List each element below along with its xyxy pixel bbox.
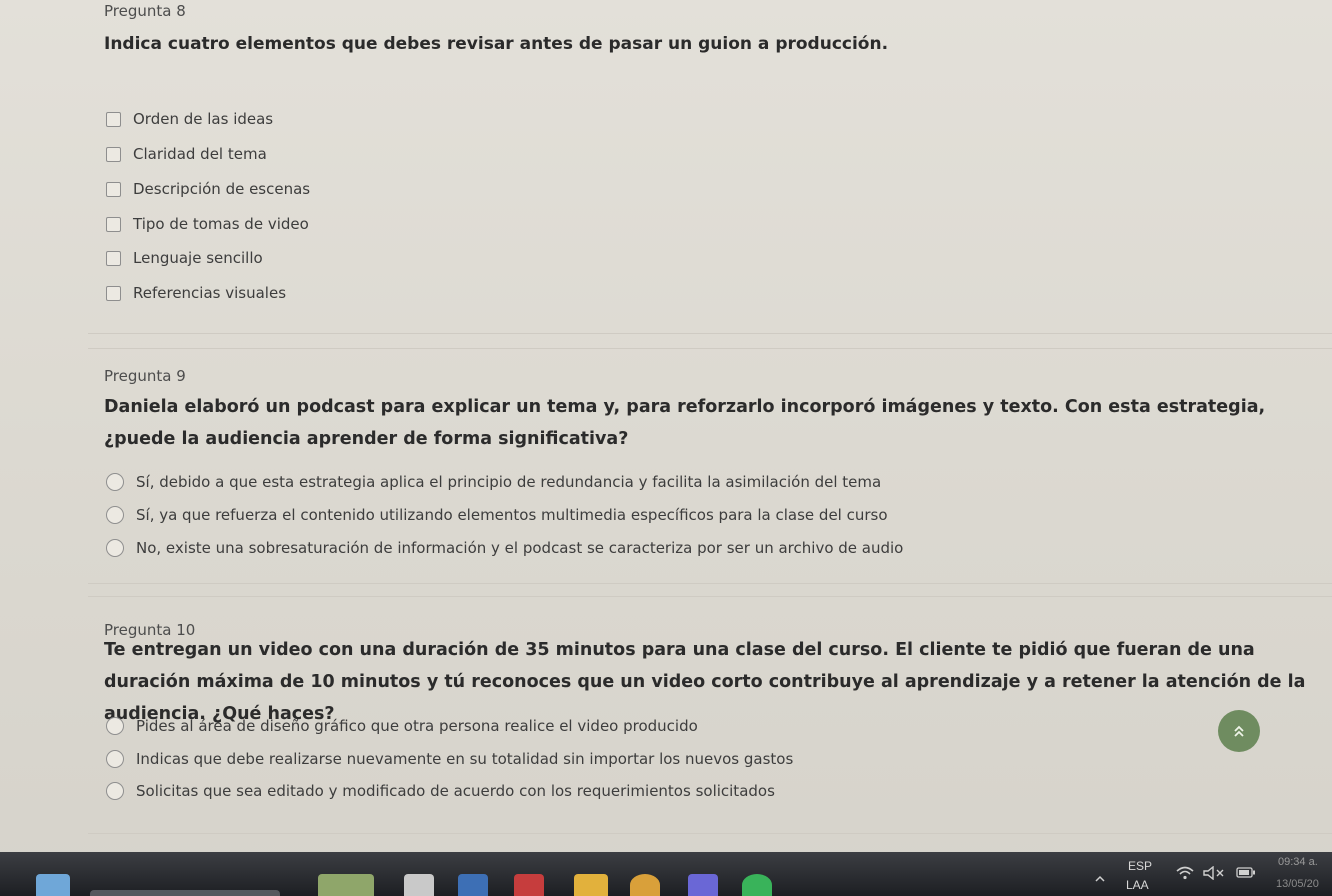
- chevron-up-icon[interactable]: [1094, 874, 1106, 882]
- checkbox-option-3[interactable]: Descripción de escenas: [106, 177, 310, 201]
- option-label: No, existe una sobresaturación de inform…: [136, 539, 904, 557]
- option-label: Solicitas que sea editado y modificado d…: [136, 782, 775, 800]
- question-text: Indica cuatro elementos que debes revisa…: [104, 34, 889, 54]
- question-number: Pregunta 9: [104, 367, 186, 385]
- radio-option-2[interactable]: Indicas que debe realizarse nuevamente e…: [106, 747, 793, 771]
- task-view-icon[interactable]: [404, 874, 434, 896]
- search-bar[interactable]: [90, 890, 280, 896]
- option-label: Indicas que debe realizarse nuevamente e…: [136, 750, 794, 768]
- checkbox[interactable]: [106, 111, 121, 127]
- radio-option-1[interactable]: Sí, debido a que esta estrategia aplica …: [106, 470, 881, 494]
- radio-option-3[interactable]: No, existe una sobresaturación de inform…: [106, 536, 903, 560]
- language-secondary[interactable]: LAA: [1126, 878, 1149, 892]
- question-8-card: Pregunta 8 Indica cuatro elementos que d…: [88, 0, 1332, 334]
- checkbox-option-5[interactable]: Lenguaje sencillo: [106, 246, 263, 270]
- checkbox[interactable]: [106, 285, 121, 301]
- option-label: Sí, ya que refuerza el contenido utiliza…: [136, 506, 888, 524]
- question-number: Pregunta 8: [104, 2, 186, 20]
- radio-button[interactable]: [106, 750, 124, 768]
- radio-option-2[interactable]: Sí, ya que refuerza el contenido utiliza…: [106, 503, 888, 527]
- radio-button[interactable]: [106, 782, 124, 800]
- radio-option-3[interactable]: Solicitas que sea editado y modificado d…: [106, 779, 775, 803]
- chrome-icon[interactable]: [630, 874, 660, 896]
- radio-button[interactable]: [106, 473, 124, 491]
- clock-time[interactable]: 09:34 a.: [1278, 856, 1318, 868]
- radio-button[interactable]: [106, 539, 124, 557]
- question-text: Daniela elaboró un podcast para explicar…: [104, 397, 1266, 449]
- folder-icon[interactable]: [574, 874, 608, 896]
- radio-button[interactable]: [106, 506, 124, 524]
- taskbar: ESP LAA 09:34 a. 13/05/20: [0, 852, 1332, 896]
- double-chevron-up-icon: [1234, 725, 1244, 737]
- checkbox-option-4[interactable]: Tipo de tomas de video: [106, 212, 309, 236]
- checkbox[interactable]: [106, 181, 121, 197]
- battery-icon[interactable]: [1236, 867, 1256, 878]
- checkbox[interactable]: [106, 146, 121, 162]
- store-icon[interactable]: [458, 874, 488, 896]
- option-label: Pides al área de diseño gráfico que otra…: [136, 717, 698, 735]
- option-label: Sí, debido a que esta estrategia aplica …: [136, 473, 882, 491]
- scroll-top-button[interactable]: [1218, 710, 1260, 752]
- media-player-icon[interactable]: [514, 874, 544, 896]
- checkbox-option-6[interactable]: Referencias visuales: [106, 281, 286, 305]
- checkbox[interactable]: [106, 250, 121, 266]
- option-label: Referencias visuales: [133, 284, 287, 302]
- checkbox-option-2[interactable]: Claridad del tema: [106, 142, 267, 166]
- copilot-icon[interactable]: [688, 874, 718, 896]
- question-9-card: Pregunta 9 Daniela elaboró un podcast pa…: [88, 348, 1332, 584]
- option-label: Lenguaje sencillo: [133, 249, 263, 267]
- clock-date[interactable]: 13/05/20: [1276, 878, 1319, 890]
- language-primary[interactable]: ESP: [1128, 859, 1152, 873]
- widgets-icon[interactable]: [318, 874, 374, 896]
- wifi-icon[interactable]: [1176, 866, 1194, 880]
- checkbox[interactable]: [106, 216, 121, 232]
- volume-muted-icon[interactable]: [1203, 866, 1225, 880]
- option-label: Tipo de tomas de video: [133, 215, 309, 233]
- quiz-page: Pregunta 8 Indica cuatro elementos que d…: [0, 0, 1332, 896]
- radio-option-1[interactable]: Pides al área de diseño gráfico que otra…: [106, 714, 698, 738]
- option-label: Descripción de escenas: [133, 180, 311, 198]
- question-10-card: Pregunta 10 Te entregan un video con una…: [88, 596, 1332, 834]
- start-icon[interactable]: [36, 874, 70, 896]
- option-label: Orden de las ideas: [133, 110, 274, 128]
- option-label: Claridad del tema: [133, 145, 267, 163]
- spotify-icon[interactable]: [742, 874, 772, 896]
- checkbox-option-1[interactable]: Orden de las ideas: [106, 107, 273, 131]
- radio-button[interactable]: [106, 717, 124, 735]
